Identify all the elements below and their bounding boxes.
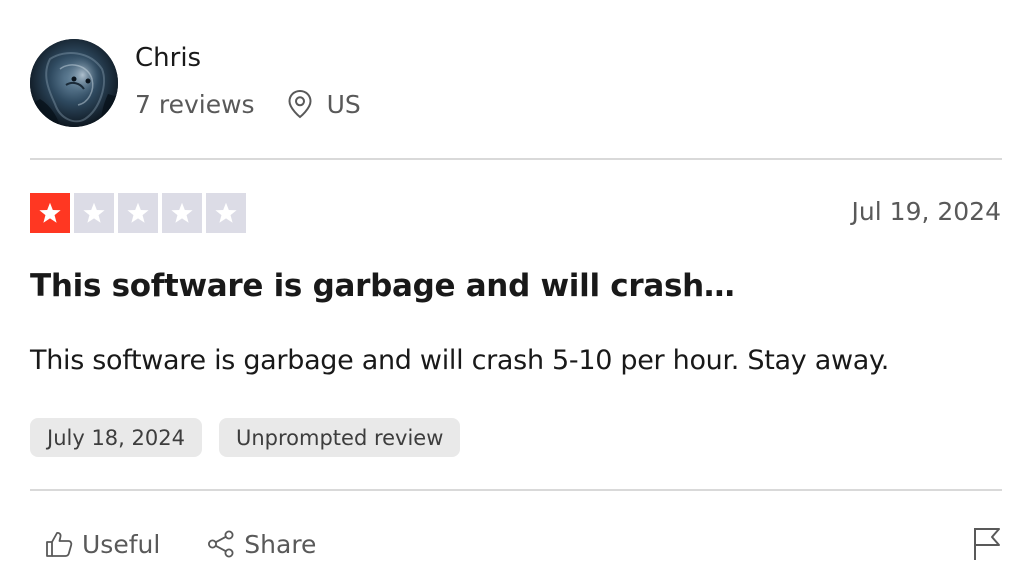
review-title[interactable]: This software is garbage and will crash… (30, 265, 735, 307)
avatar[interactable] (30, 39, 118, 127)
avatar-image (30, 39, 118, 127)
review-date: Jul 19, 2024 (851, 197, 1001, 226)
location-pin-icon (287, 89, 313, 119)
review-actions: Useful Share (44, 524, 316, 564)
reviewer-location: US (326, 89, 361, 119)
experience-date-tag: July 18, 2024 (30, 418, 202, 457)
review-body: This software is garbage and will crash … (30, 345, 890, 376)
share-label: Share (244, 529, 317, 559)
header-divider (30, 158, 1002, 160)
unprompted-review-tag[interactable]: Unprompted review (218, 418, 461, 457)
star-filled-icon (30, 193, 70, 233)
reviews-count: 7 reviews (135, 89, 255, 119)
share-button[interactable]: Share (206, 529, 316, 559)
star-empty-icon (162, 193, 202, 233)
useful-button[interactable]: Useful (44, 529, 160, 559)
share-icon (206, 529, 236, 559)
flag-icon[interactable] (972, 526, 1002, 562)
reviewer-meta: 7 reviews US (135, 86, 361, 122)
star-empty-icon (74, 193, 114, 233)
review-tags: July 18, 2024 Unprompted review (30, 418, 461, 457)
star-empty-icon (206, 193, 246, 233)
reviewer-name[interactable]: Chris (135, 41, 201, 75)
star-rating (30, 193, 246, 233)
star-empty-icon (118, 193, 158, 233)
thumbs-up-icon (44, 529, 74, 559)
actions-divider (30, 489, 1002, 491)
useful-label: Useful (82, 529, 161, 559)
review-card: Chris 7 reviews US Jul 19, 2024 This sof… (0, 0, 1036, 573)
